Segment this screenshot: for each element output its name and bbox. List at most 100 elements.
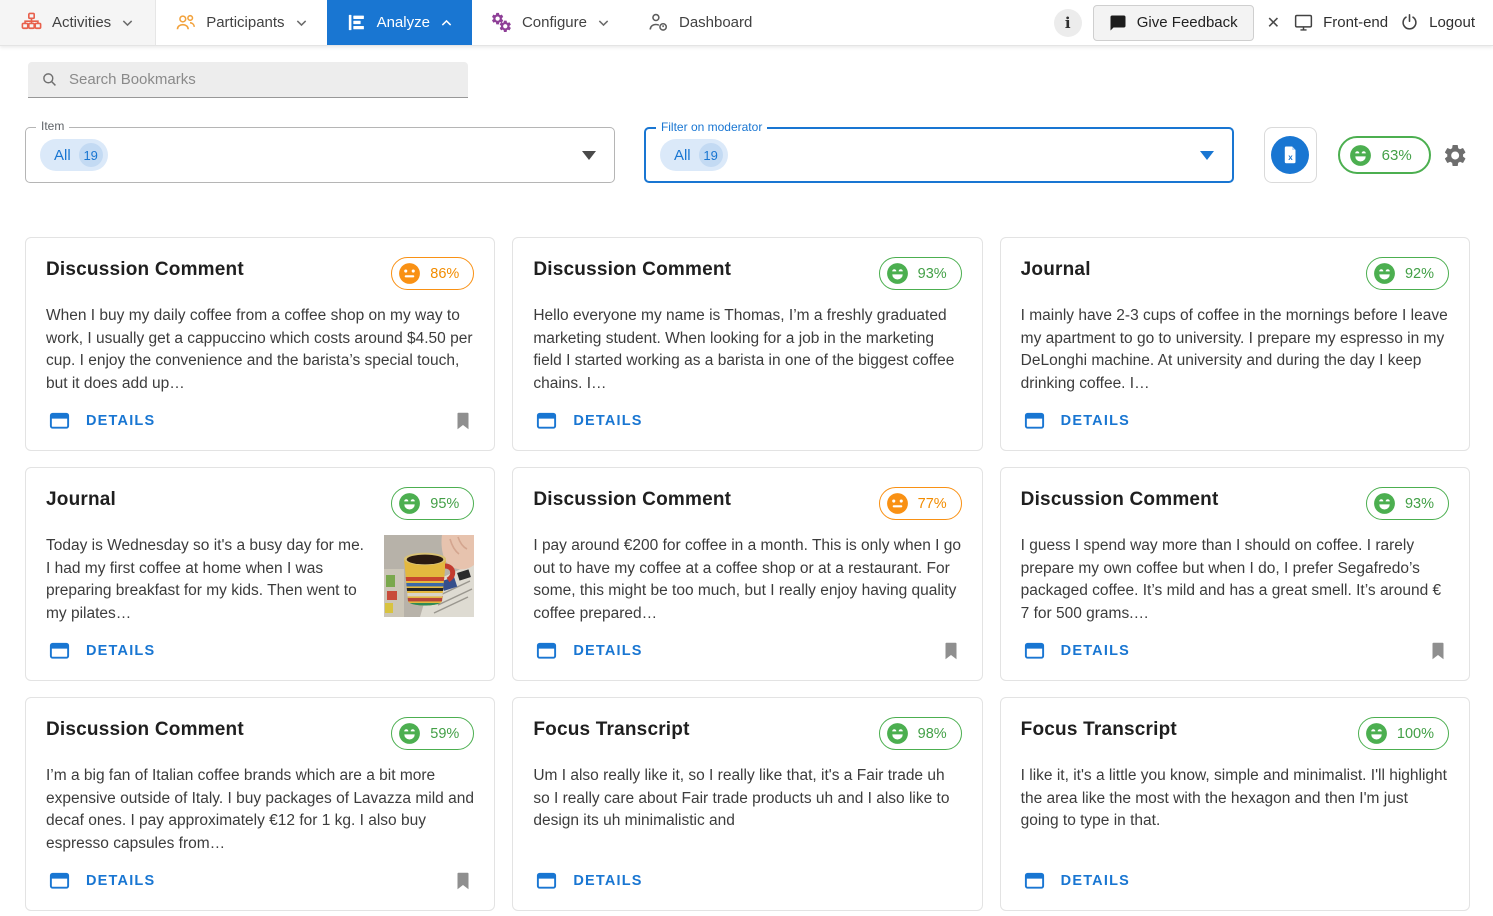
details-button[interactable]: DETAILS bbox=[46, 865, 157, 896]
bookmark-icon[interactable] bbox=[940, 640, 962, 662]
details-button[interactable]: DETAILS bbox=[46, 635, 157, 666]
chip-count: 19 bbox=[699, 143, 723, 167]
browser-window-icon bbox=[48, 869, 71, 892]
give-feedback-button[interactable]: Give Feedback bbox=[1093, 5, 1254, 41]
card-title: Focus Transcript bbox=[533, 719, 689, 741]
bookmark-icon[interactable] bbox=[1427, 640, 1449, 662]
sentiment-score: 92% bbox=[1405, 266, 1434, 282]
chevron-up-icon bbox=[439, 16, 454, 30]
bookmark-card: Discussion Comment 77% I pay around €200… bbox=[512, 467, 982, 681]
card-title: Discussion Comment bbox=[533, 259, 731, 281]
details-button[interactable]: DETAILS bbox=[533, 635, 644, 666]
power-icon bbox=[1399, 12, 1420, 33]
moderator-filter-label: Filter on moderator bbox=[656, 120, 767, 134]
gear-icon[interactable] bbox=[1442, 142, 1468, 169]
grin-face-icon bbox=[1364, 721, 1389, 746]
excel-export-button[interactable] bbox=[1264, 127, 1317, 183]
chevron-down-icon bbox=[596, 16, 611, 30]
sentiment-score: 77% bbox=[918, 496, 947, 512]
bookmark-card: Discussion Comment 59% I’m a big fan of … bbox=[25, 697, 495, 911]
nav-tab-activities[interactable]: Activities bbox=[0, 0, 156, 45]
card-excerpt: I guess I spend way more than I should o… bbox=[1021, 535, 1449, 625]
details-button[interactable]: DETAILS bbox=[46, 405, 157, 436]
neutral-face-icon bbox=[885, 491, 910, 516]
card-excerpt: Um I also really like it, so I really li… bbox=[533, 765, 961, 833]
moderator-filter-select[interactable]: Filter on moderator All 19 bbox=[644, 127, 1234, 183]
info-icon[interactable]: i bbox=[1054, 9, 1082, 37]
close-icon[interactable]: ✕ bbox=[1265, 13, 1282, 33]
details-label: DETAILS bbox=[86, 413, 155, 429]
nav-tab-participants[interactable]: Participants bbox=[156, 0, 326, 45]
grin-face-icon bbox=[1372, 261, 1397, 286]
sentiment-badge: 86% bbox=[391, 257, 474, 290]
details-label: DETAILS bbox=[573, 643, 642, 659]
browser-window-icon bbox=[1023, 869, 1046, 892]
nav-tab-analyze[interactable]: Analyze bbox=[327, 0, 472, 45]
details-label: DETAILS bbox=[1061, 643, 1130, 659]
bookmark-card: Focus Transcript 98% Um I also really li… bbox=[512, 697, 982, 911]
nav-tab-dashboard[interactable]: Dashboard bbox=[629, 0, 770, 45]
details-button[interactable]: DETAILS bbox=[533, 405, 644, 436]
sentiment-badge: 93% bbox=[879, 257, 962, 290]
sentiment-badge: 100% bbox=[1358, 717, 1449, 750]
card-title: Discussion Comment bbox=[533, 489, 731, 511]
chip-count: 19 bbox=[79, 143, 103, 167]
bookmark-card: Journal 92% I mainly have 2-3 cups of co… bbox=[1000, 237, 1470, 451]
people-icon bbox=[174, 11, 197, 34]
card-title: Journal bbox=[1021, 259, 1091, 281]
details-label: DETAILS bbox=[573, 413, 642, 429]
person-clock-icon bbox=[647, 11, 670, 34]
sentiment-badge: 77% bbox=[879, 487, 962, 520]
browser-window-icon bbox=[535, 869, 558, 892]
search-icon bbox=[40, 70, 59, 89]
bar-chart-icon bbox=[345, 11, 368, 34]
browser-window-icon bbox=[48, 409, 71, 432]
topbar-right-cluster: i Give Feedback ✕ Front-end Logout bbox=[1054, 0, 1493, 45]
card-excerpt: I pay around €200 for coffee in a month.… bbox=[533, 535, 961, 625]
sentiment-score: 86% bbox=[430, 266, 459, 282]
search-input[interactable] bbox=[69, 71, 456, 88]
filter-toolbar: Item All 19 Filter on moderator All 19 6… bbox=[0, 127, 1493, 183]
gears-icon bbox=[490, 11, 513, 34]
sentiment-score: 100% bbox=[1397, 726, 1434, 742]
bookmark-card: Discussion Comment 86% When I buy my dai… bbox=[25, 237, 495, 451]
card-title: Discussion Comment bbox=[46, 259, 244, 281]
sentiment-badge: 98% bbox=[879, 717, 962, 750]
bookmark-icon[interactable] bbox=[452, 410, 474, 432]
journal-photo-thumbnail[interactable] bbox=[384, 535, 474, 617]
sitemap-icon bbox=[20, 11, 43, 34]
chip-value: All bbox=[54, 147, 71, 164]
card-excerpt: When I buy my daily coffee from a coffee… bbox=[46, 305, 474, 395]
nav-tab-label: Dashboard bbox=[679, 14, 752, 31]
sentiment-badge: 95% bbox=[391, 487, 474, 520]
browser-window-icon bbox=[535, 409, 558, 432]
details-label: DETAILS bbox=[86, 643, 155, 659]
bookmark-icon[interactable] bbox=[452, 870, 474, 892]
item-filter-chip: All 19 bbox=[40, 139, 108, 171]
details-button[interactable]: DETAILS bbox=[1021, 635, 1132, 666]
excel-export-icon bbox=[1271, 136, 1309, 174]
moderator-filter-chip: All 19 bbox=[660, 139, 728, 171]
browser-window-icon bbox=[48, 639, 71, 662]
details-button[interactable]: DETAILS bbox=[533, 865, 644, 896]
monitor-icon bbox=[1293, 12, 1314, 33]
browser-window-icon bbox=[535, 639, 558, 662]
details-label: DETAILS bbox=[573, 873, 642, 889]
nav-tab-label: Analyze bbox=[377, 14, 430, 31]
details-button[interactable]: DETAILS bbox=[1021, 405, 1132, 436]
grin-face-icon bbox=[885, 261, 910, 286]
nav-tab-label: Participants bbox=[206, 14, 284, 31]
bookmark-card: Discussion Comment 93% I guess I spend w… bbox=[1000, 467, 1470, 681]
grin-face-icon bbox=[1348, 143, 1373, 168]
overall-sentiment-score: 63% bbox=[1382, 147, 1412, 164]
card-excerpt: Today is Wednesday so it's a busy day fo… bbox=[46, 535, 370, 625]
sentiment-score: 93% bbox=[918, 266, 947, 282]
logout-button[interactable]: Logout bbox=[1399, 12, 1475, 33]
details-button[interactable]: DETAILS bbox=[1021, 865, 1132, 896]
item-filter-select[interactable]: Item All 19 bbox=[25, 127, 615, 183]
frontend-link[interactable]: Front-end bbox=[1293, 12, 1388, 33]
grin-face-icon bbox=[397, 491, 422, 516]
sentiment-score: 98% bbox=[918, 726, 947, 742]
item-filter-label: Item bbox=[36, 119, 69, 133]
nav-tab-configure[interactable]: Configure bbox=[472, 0, 629, 45]
